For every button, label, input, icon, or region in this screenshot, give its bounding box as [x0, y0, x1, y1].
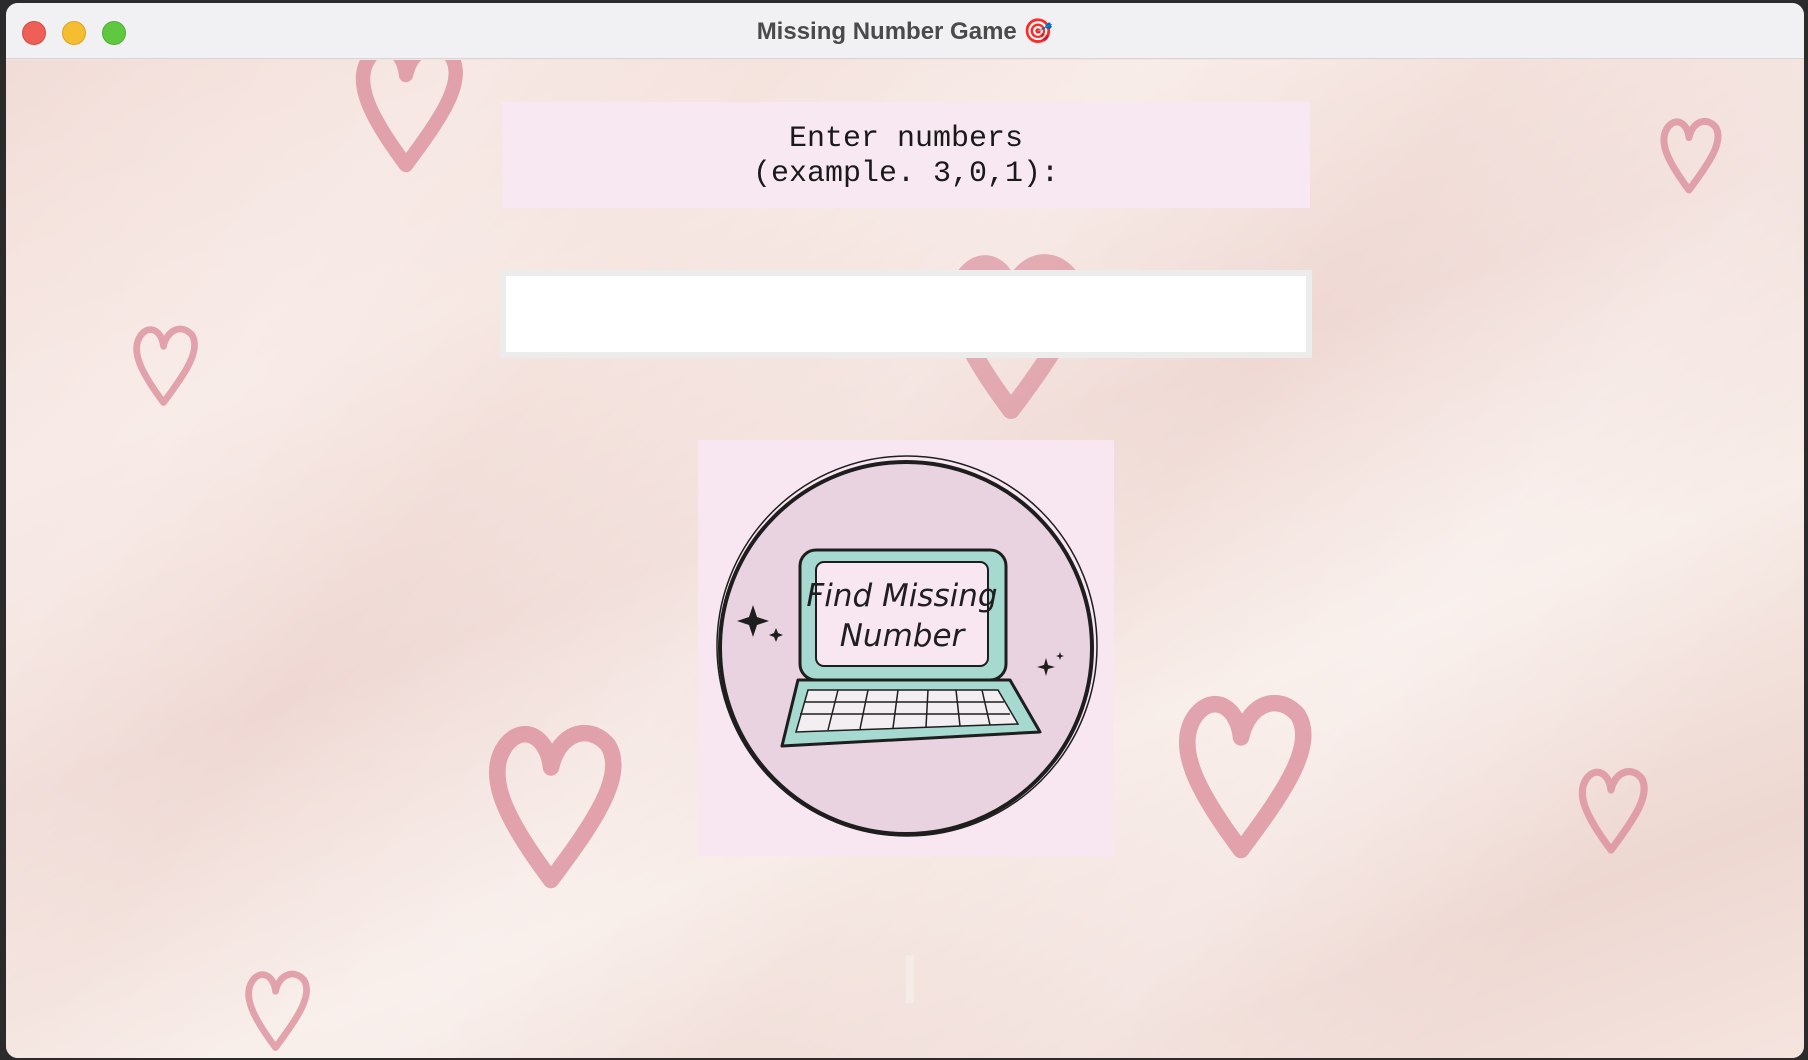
heart-icon: [1179, 695, 1312, 859]
app-window: Missing Number Game 🎯 Enter numbers (exa…: [6, 3, 1804, 1058]
numbers-input[interactable]: [500, 270, 1312, 358]
text-cursor: [906, 955, 914, 1003]
prompt-line-2: (example. 3,0,1):: [752, 157, 1060, 191]
main-content: Enter numbers (example. 3,0,1): Find Mis…: [6, 60, 1804, 1058]
title-bar: Missing Number Game 🎯: [6, 3, 1804, 59]
heart-icon: [133, 325, 199, 406]
window-title: Missing Number Game 🎯: [756, 18, 1054, 45]
heart-icon: [245, 970, 311, 1051]
prompt-line-1: Enter numbers: [788, 122, 1024, 156]
heart-icon: [1578, 768, 1648, 854]
laptop-logo-icon: Find Missing Number: [716, 455, 1098, 837]
heart-icon: [355, 60, 463, 173]
heart-icon: [1660, 117, 1722, 194]
logo-line-1: Find Missing: [806, 578, 997, 614]
logo-image: Find Missing Number: [698, 440, 1114, 856]
logo-line-2: Number: [840, 618, 967, 654]
prompt-label: Enter numbers (example. 3,0,1):: [502, 102, 1310, 208]
heart-icon: [489, 725, 622, 889]
